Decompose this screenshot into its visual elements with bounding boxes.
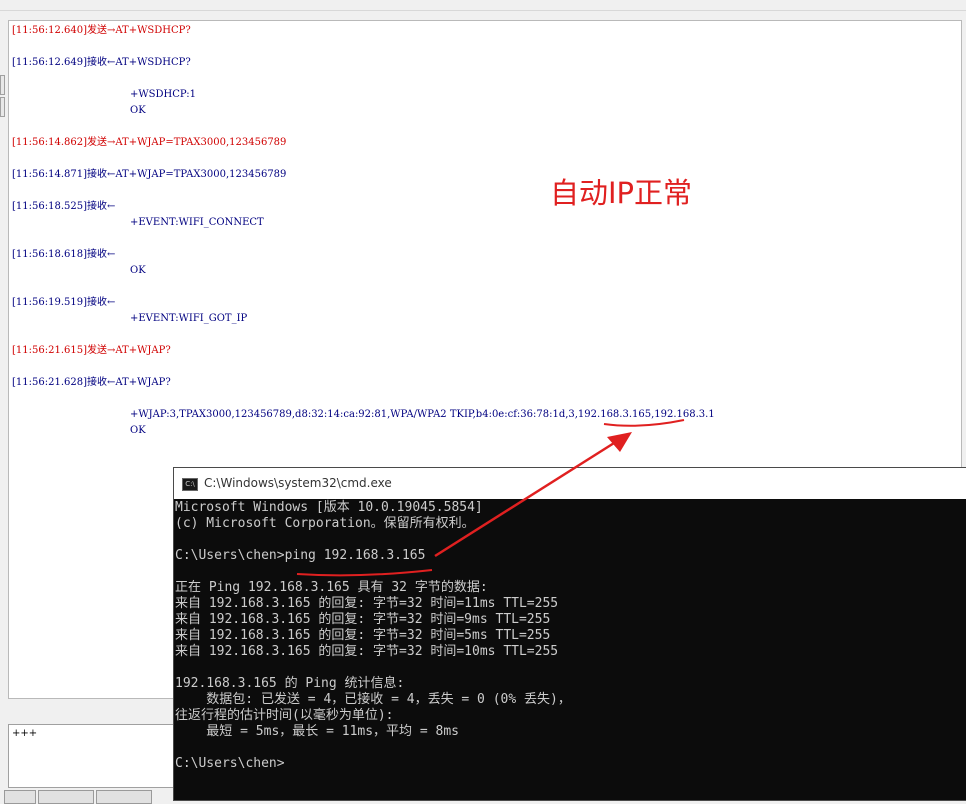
log-line: OK [130,105,146,116]
annotation-label: 自动IP正常 [550,176,693,210]
console-line: 数据包: 已发送 = 4，已接收 = 4，丢失 = 0 (0% 丢失)， [175,692,571,707]
bottom-button[interactable] [4,790,36,804]
log-line: +EVENT:WIFI_GOT_IP [130,313,248,324]
console-line: 最短 = 5ms，最长 = 11ms，平均 = 8ms [175,724,460,739]
cmd-title: C:\Windows\system32\cmd.exe [204,476,392,490]
console-line: C:\Users\chen> [175,756,285,771]
cmd-title-bar[interactable]: C:\ C:\Windows\system32\cmd.exe [174,468,966,499]
log-line: +EVENT:WIFI_CONNECT [130,217,264,228]
log-line: [11:56:18.618]接收← [12,249,116,260]
log-line: +WJAP:3,TPAX3000,123456789,d8:32:14:ca:9… [130,409,715,420]
log-line: OK [130,425,146,436]
console-line: 来自 192.168.3.165 的回复: 字节=32 时间=11ms TTL=… [175,596,559,611]
side-handle[interactable] [0,97,5,117]
bottom-button[interactable] [38,790,94,804]
console-line: Microsoft Windows [版本 10.0.19045.5854] [175,500,483,515]
console-line: 来自 192.168.3.165 的回复: 字节=32 时间=5ms TTL=2… [175,628,551,643]
log-line: OK [130,265,146,276]
console-line: C:\Users\chen>ping 192.168.3.165 [175,548,426,563]
console-line: 正在 Ping 192.168.3.165 具有 32 字节的数据: [175,580,488,595]
log-line: +WSDHCP:1 [130,89,197,100]
top-toolbar-strip [0,0,966,11]
console-line: 来自 192.168.3.165 的回复: 字节=32 时间=10ms TTL=… [175,644,559,659]
side-handle[interactable] [0,75,5,95]
console-line: 来自 192.168.3.165 的回复: 字节=32 时间=9ms TTL=2… [175,612,551,627]
cmd-app-icon: C:\ [182,478,198,491]
log-line: [11:56:14.871]接收←AT+WJAP=TPAX3000,123456… [12,169,287,180]
log-line: [11:56:21.628]接收←AT+WJAP? [12,377,171,388]
log-line: [11:56:12.649]接收←AT+WSDHCP? [12,57,191,68]
cmd-window[interactable]: C:\ C:\Windows\system32\cmd.exe Microsof… [173,467,966,801]
console-line: (c) Microsoft Corporation。保留所有权利。 [175,516,475,531]
log-line: [11:56:12.640]发送→AT+WSDHCP? [12,25,191,36]
console-line: 往返行程的估计时间(以毫秒为单位): [175,708,394,723]
console-line: 192.168.3.165 的 Ping 统计信息: [175,676,405,691]
log-line: [11:56:19.519]接收← [12,297,116,308]
send-input-text: +++ [12,728,38,739]
bottom-button[interactable] [96,790,152,804]
log-line: [11:56:21.615]发送→AT+WJAP? [12,345,171,356]
cmd-console[interactable]: Microsoft Windows [版本 10.0.19045.5854] (… [174,500,966,800]
log-line: [11:56:14.862]发送→AT+WJAP=TPAX3000,123456… [12,137,287,148]
send-input[interactable]: +++ [8,724,180,788]
log-line: [11:56:18.525]接收← [12,201,116,212]
